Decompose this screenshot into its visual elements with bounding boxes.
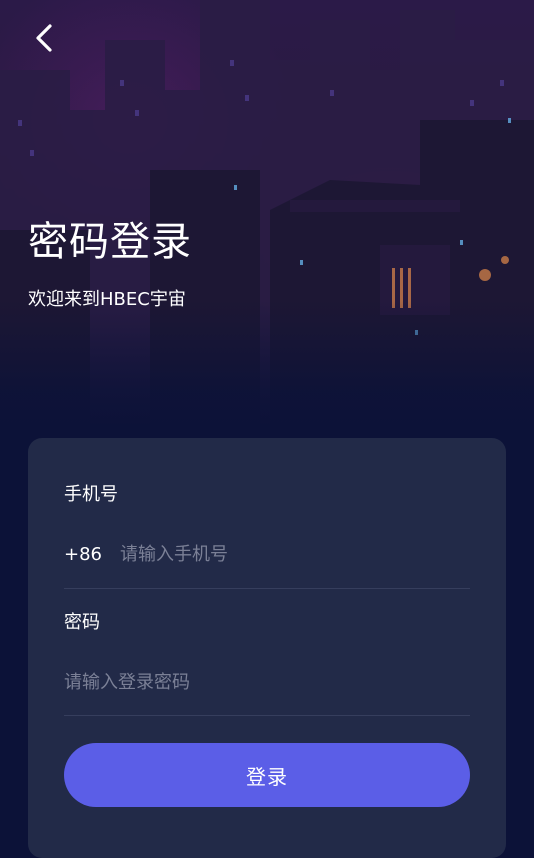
back-button[interactable] <box>22 16 66 60</box>
password-divider <box>64 715 470 716</box>
password-label: 密码 <box>64 612 100 633</box>
country-code[interactable]: +86 <box>64 544 120 565</box>
hero-fade-overlay <box>0 300 534 430</box>
chevron-left-icon <box>36 24 52 52</box>
page-title: 密码登录 <box>28 219 192 265</box>
password-input[interactable] <box>64 667 470 697</box>
login-form-card: 手机号 +86 密码 登录 <box>28 438 506 858</box>
phone-divider <box>64 588 470 589</box>
phone-input[interactable] <box>120 539 470 569</box>
phone-label: 手机号 <box>64 484 118 505</box>
login-button[interactable]: 登录 <box>64 743 470 807</box>
page-subtitle: 欢迎来到HBEC宇宙 <box>28 289 186 310</box>
phone-input-row: +86 <box>64 538 470 570</box>
